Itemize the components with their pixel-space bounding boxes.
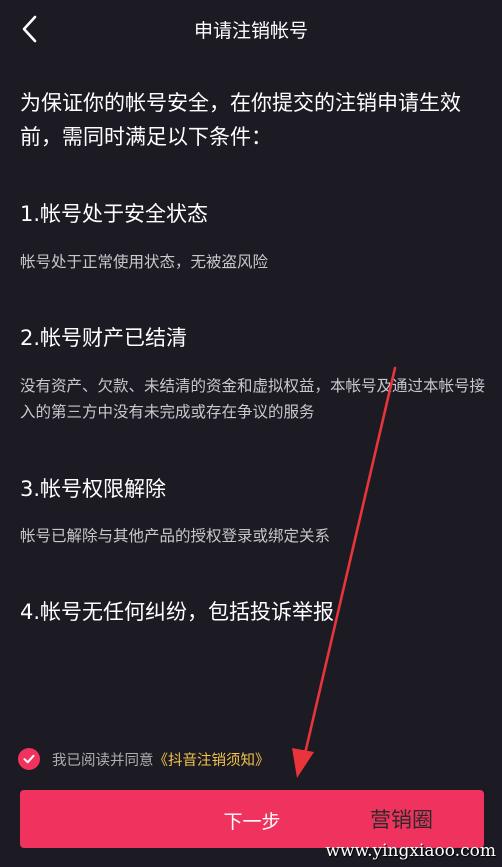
section-title-3: 3.帐号权限解除 (20, 477, 167, 501)
section-title-1: 1.帐号处于安全状态 (20, 202, 209, 226)
page-title: 申请注销帐号 (193, 20, 308, 42)
intro-text: 为保证你的帐号安全，在你提交的注销申请生效前，需同时满足以下条件： (20, 91, 461, 149)
agreement-link[interactable]: 《抖音注销须知》 (154, 749, 270, 770)
watermark-logo-text: 营销圈 (370, 808, 433, 832)
section-desc-2: 没有资产、欠款、未结清的资金和虚拟权益，本帐号及通过本帐号接入的第三方中没有未完… (20, 377, 486, 421)
section-desc-1: 帐号处于正常使用状态，无被盗风险 (20, 253, 269, 271)
agreement-row: 我已阅读并同意 《抖音注销须知》 (18, 746, 270, 772)
agreement-text: 我已阅读并同意 (52, 752, 154, 769)
agreement-checkbox[interactable] (18, 748, 40, 770)
section-desc-3: 帐号已解除与其他产品的授权登录或绑定关系 (20, 527, 331, 545)
top-bar: 申请注销帐号 (0, 0, 502, 58)
section-title-4: 4.帐号无任何纠纷，包括投诉举报 (20, 600, 335, 624)
watermark-url: www.yingxiaoo.com (325, 841, 496, 861)
checkmark-icon (23, 754, 35, 764)
section-title-2: 2.帐号财产已结清 (20, 326, 188, 350)
